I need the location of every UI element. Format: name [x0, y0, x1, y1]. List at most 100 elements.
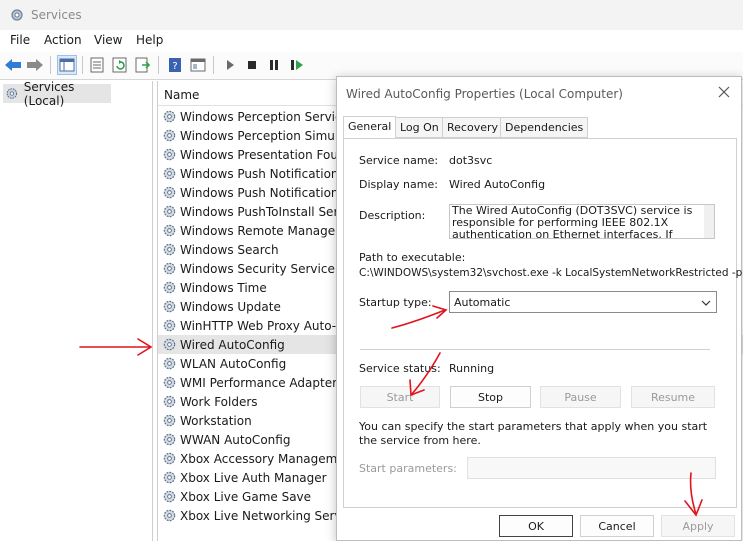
menu-view[interactable]: View: [94, 33, 122, 47]
play-icon: [227, 60, 234, 70]
window-title: Services: [31, 8, 82, 22]
pause-button[interactable]: Pause: [540, 386, 621, 408]
service-gear-icon: [163, 224, 176, 237]
service-gear-icon: [163, 395, 176, 408]
display-name-value: Wired AutoConfig: [449, 178, 546, 191]
menu-help[interactable]: Help: [136, 33, 163, 47]
display-name-label: Display name:: [359, 178, 438, 191]
service-gear-icon: [163, 262, 176, 275]
console-tree-icon: [59, 58, 75, 72]
console-view-button[interactable]: [188, 55, 208, 75]
service-name: WMI Performance Adapter: [180, 375, 338, 390]
svg-text:?: ?: [172, 61, 177, 72]
service-name: Windows Time: [180, 280, 267, 295]
properties-icon: [90, 57, 104, 73]
pause-service-button[interactable]: [264, 55, 284, 75]
startup-type-value: Automatic: [454, 296, 511, 309]
menu-file[interactable]: File: [10, 33, 30, 47]
window-titlebar: Services: [0, 0, 743, 30]
pause-icon: [270, 60, 278, 70]
refresh-button[interactable]: [110, 55, 130, 75]
chevron-down-icon: [701, 300, 711, 306]
service-name: Xbox Live Networking Service: [180, 508, 359, 523]
service-gear-icon: [163, 148, 176, 161]
service-name: Wired AutoConfig: [180, 337, 285, 352]
service-gear-icon: [163, 281, 176, 294]
general-tab-panel: Service name: dot3svc Display name: Wire…: [343, 138, 742, 508]
restart-service-button[interactable]: [287, 55, 307, 75]
service-gear-icon: [163, 129, 176, 142]
service-gear-icon: [163, 167, 176, 180]
path-label: Path to executable:: [359, 251, 466, 264]
forward-arrow-icon: [27, 59, 43, 71]
service-gear-icon: [163, 509, 176, 522]
service-name: Xbox Live Game Save: [180, 489, 312, 504]
menu-bar: File Action View Help: [0, 30, 743, 52]
back-arrow-icon: [5, 59, 21, 71]
service-gear-icon: [163, 205, 176, 218]
startup-type-label: Startup type:: [359, 296, 432, 309]
column-header-label: Name: [164, 88, 200, 102]
tab-dependencies[interactable]: Dependencies: [500, 117, 589, 138]
stop-service-button[interactable]: [242, 55, 262, 75]
service-name: WWAN AutoConfig: [180, 432, 291, 447]
service-name: Work Folders: [180, 394, 258, 409]
service-name: Workstation: [180, 413, 252, 428]
cancel-button[interactable]: Cancel: [580, 515, 654, 537]
help-icon: ?: [169, 58, 181, 72]
service-gear-icon: [163, 186, 176, 199]
service-status-label: Service status:: [359, 362, 441, 375]
console-view-icon: [190, 58, 206, 72]
tab-recovery[interactable]: Recovery: [442, 117, 504, 138]
description-text: The Wired AutoConfig (DOT3SVC) service i…: [452, 204, 693, 239]
service-gear-icon: [163, 357, 176, 370]
description-label: Description:: [359, 209, 426, 222]
start-button[interactable]: Start: [360, 386, 440, 408]
service-status-value: Running: [449, 362, 495, 375]
refresh-icon: [112, 57, 127, 73]
startup-type-select[interactable]: Automatic: [449, 291, 717, 313]
resume-button[interactable]: Resume: [631, 386, 715, 408]
close-icon[interactable]: [716, 84, 732, 100]
restart-icon: [291, 60, 303, 70]
tree-item-label: Services (Local): [23, 79, 75, 108]
divider: [360, 349, 710, 350]
console-tree-pane: Services (Local): [0, 80, 153, 541]
dialog-title: Wired AutoConfig Properties (Local Compu…: [346, 87, 623, 101]
service-gear-icon: [163, 452, 176, 465]
description-scrollbar[interactable]: [704, 205, 714, 238]
tab-general[interactable]: General: [343, 116, 397, 139]
start-parameters-label: Start parameters:: [359, 462, 457, 475]
service-gear-icon: [163, 319, 176, 332]
properties-button[interactable]: [87, 55, 107, 75]
ok-button[interactable]: OK: [499, 515, 573, 537]
properties-dialog: Wired AutoConfig Properties (Local Compu…: [336, 76, 742, 541]
services-gear-icon: [11, 9, 23, 21]
service-name-value: dot3svc: [449, 154, 493, 167]
service-gear-icon: [163, 243, 176, 256]
stop-button[interactable]: Stop: [450, 386, 531, 408]
service-gear-icon: [163, 338, 176, 351]
forward-button[interactable]: [25, 55, 45, 75]
service-name: Windows Update: [180, 299, 281, 314]
service-gear-icon: [163, 471, 176, 484]
tree-item-services-local[interactable]: Services (Local): [3, 80, 111, 108]
start-parameters-input[interactable]: [467, 457, 716, 479]
service-name: Windows Security Service: [180, 261, 335, 276]
export-icon: [135, 57, 151, 73]
service-gear-icon: [163, 433, 176, 446]
service-name: Windows Perception Service: [180, 109, 349, 124]
service-gear-icon: [163, 414, 176, 427]
show-console-tree-button[interactable]: [57, 55, 77, 75]
description-textbox[interactable]: The Wired AutoConfig (DOT3SVC) service i…: [449, 204, 715, 239]
start-service-button[interactable]: [220, 55, 240, 75]
service-name-label: Service name:: [359, 154, 439, 167]
back-button[interactable]: [3, 55, 23, 75]
start-parameters-hint: You can specify the start parameters tha…: [359, 420, 708, 447]
export-list-button[interactable]: [133, 55, 153, 75]
menu-action[interactable]: Action: [44, 33, 82, 47]
apply-button[interactable]: Apply: [661, 515, 735, 537]
service-name: WLAN AutoConfig: [180, 356, 287, 371]
tab-log-on[interactable]: Log On: [395, 117, 444, 138]
help-button[interactable]: ?: [165, 55, 185, 75]
